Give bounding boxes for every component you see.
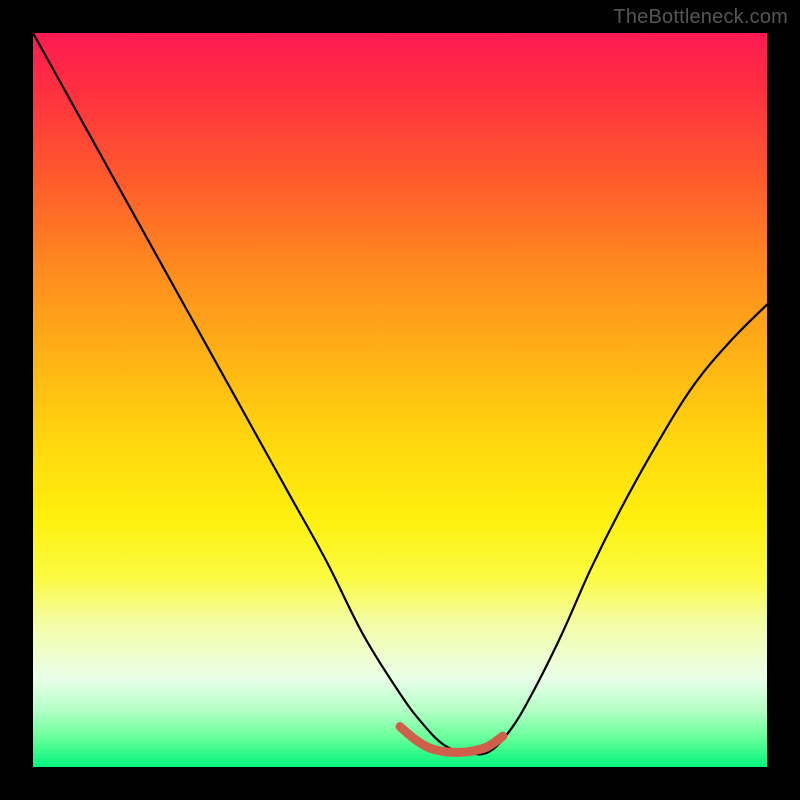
plot-area xyxy=(33,33,767,767)
curve-bottom-highlight xyxy=(400,727,503,753)
bottleneck-chart: TheBottleneck.com xyxy=(0,0,800,800)
curve-layer xyxy=(33,33,767,767)
bottleneck-curve xyxy=(33,33,767,754)
watermark-text: TheBottleneck.com xyxy=(613,6,788,29)
